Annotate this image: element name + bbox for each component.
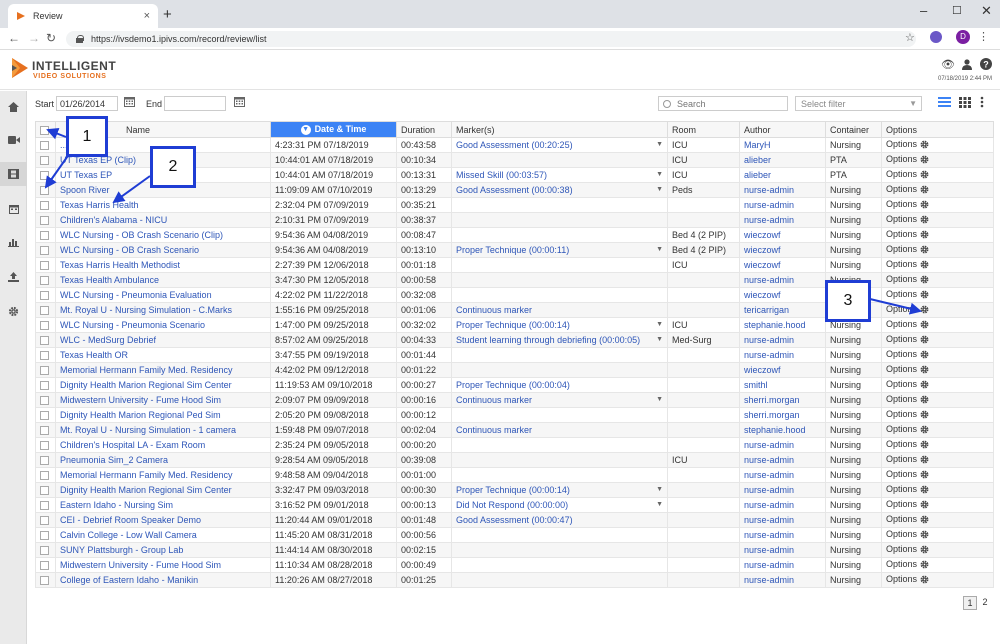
callout-2-arrow — [112, 175, 151, 204]
callout-1-arrow — [46, 128, 67, 140]
annotation-callout-3: 3 — [825, 280, 871, 322]
annotation-callout-1: 1 — [66, 116, 108, 157]
annotation-callout-2: 2 — [150, 146, 196, 188]
callout-3-arrow — [869, 298, 922, 315]
annotation-arrows — [44, 128, 922, 315]
